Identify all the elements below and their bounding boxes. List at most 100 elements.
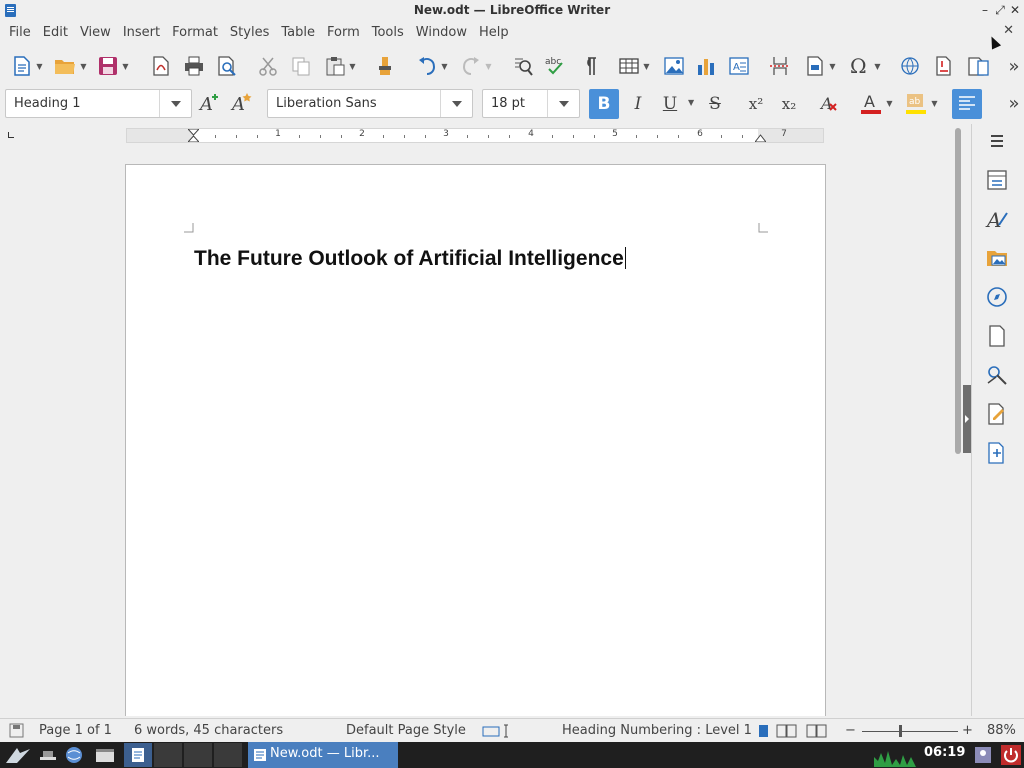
show-desktop-icon[interactable] — [38, 747, 58, 763]
undo-button[interactable]: ▼ — [412, 52, 452, 80]
vertical-scrollbar-thumb[interactable] — [955, 128, 961, 454]
footnote-button[interactable] — [930, 52, 956, 80]
zoom-slider[interactable] — [862, 731, 958, 732]
document-page[interactable]: The Future Outlook of Artificial Intelli… — [125, 164, 826, 716]
export-pdf-button[interactable] — [148, 52, 174, 80]
minimize-button[interactable]: – — [978, 2, 992, 18]
style-inspector-icon[interactable] — [985, 363, 1009, 387]
zoom-slider-knob[interactable] — [899, 725, 902, 737]
menu-insert[interactable]: Insert — [117, 21, 166, 45]
power-icon[interactable] — [1001, 745, 1021, 765]
zoom-percentage[interactable]: 88% — [987, 723, 1016, 738]
page-style[interactable]: Default Page Style — [346, 723, 466, 738]
menu-tools[interactable]: Tools — [366, 21, 410, 45]
font-name-dropdown-icon[interactable] — [440, 90, 472, 117]
insert-textbox-button[interactable]: A — [726, 52, 752, 80]
view-layout-icon[interactable] — [757, 723, 833, 739]
font-color-button[interactable]: A ▼ — [856, 89, 896, 117]
clear-formatting-button[interactable]: A — [815, 89, 843, 117]
italic-button[interactable]: I — [623, 89, 653, 119]
new-style-button[interactable]: A — [228, 89, 256, 117]
insert-field-button[interactable]: ▼ — [800, 52, 840, 80]
page-icon[interactable] — [985, 324, 1009, 348]
vertical-scrollbar[interactable] — [953, 128, 963, 716]
print-preview-button[interactable] — [214, 52, 240, 80]
paragraph-style-combo[interactable]: Heading 1 — [5, 89, 192, 118]
browser-icon[interactable] — [64, 745, 84, 765]
copy-button[interactable] — [288, 52, 314, 80]
gallery-icon[interactable] — [985, 246, 1009, 270]
strikethrough-button[interactable]: S — [700, 89, 730, 119]
taskbar-writer-launcher[interactable] — [124, 743, 152, 767]
insert-image-button[interactable] — [661, 52, 687, 80]
menu-view[interactable]: View — [74, 21, 117, 45]
user-tray-icon[interactable] — [974, 746, 992, 764]
workspace-4[interactable] — [214, 743, 242, 767]
underline-button[interactable]: U — [655, 89, 685, 119]
design-icon[interactable] — [985, 441, 1009, 465]
bold-button[interactable]: B — [589, 89, 619, 119]
underline-dropdown-icon[interactable]: ▼ — [688, 98, 694, 107]
superscript-button[interactable]: x² — [741, 89, 771, 119]
spelling-button[interactable]: abc — [543, 52, 569, 80]
menu-file[interactable]: File — [3, 21, 37, 45]
taskbar-active-window[interactable]: New.odt — Libr... — [248, 742, 398, 768]
subscript-button[interactable]: x₂ — [774, 89, 804, 119]
word-count[interactable]: 6 words, 45 characters — [134, 723, 283, 738]
print-button[interactable] — [181, 52, 207, 80]
update-style-button[interactable]: A — [196, 89, 224, 117]
sidebar-collapse-handle[interactable] — [963, 385, 971, 453]
document-canvas[interactable]: The Future Outlook of Artificial Intelli… — [0, 146, 952, 716]
navigator-icon[interactable] — [985, 285, 1009, 309]
manage-changes-icon[interactable] — [985, 402, 1009, 426]
selection-mode-icon[interactable] — [482, 724, 512, 738]
document-heading[interactable]: The Future Outlook of Artificial Intelli… — [194, 247, 626, 271]
menu-icon[interactable] — [985, 129, 1009, 153]
styles-icon[interactable]: A — [985, 207, 1009, 231]
menu-help[interactable]: Help — [473, 21, 515, 45]
page-count[interactable]: Page 1 of 1 — [39, 723, 112, 738]
font-name-combo[interactable]: Liberation Sans — [267, 89, 473, 118]
menu-styles[interactable]: Styles — [224, 21, 275, 45]
formatting-toolbar-overflow-button[interactable]: » — [1004, 89, 1024, 117]
workspace-3[interactable] — [184, 743, 212, 767]
zoom-out-button[interactable]: − — [845, 723, 856, 738]
save-button[interactable]: ▼ — [93, 52, 133, 80]
start-menu-icon[interactable] — [5, 746, 31, 764]
paste-button[interactable]: ▼ — [320, 52, 360, 80]
menu-window[interactable]: Window — [410, 21, 473, 45]
tab-stop-type-icon[interactable] — [8, 132, 14, 138]
horizontal-ruler[interactable]: 1 2 3 4 5 6 7 — [126, 128, 824, 143]
new-document-button[interactable]: ▼ — [8, 52, 46, 80]
menu-format[interactable]: Format — [166, 21, 224, 45]
file-manager-icon[interactable] — [94, 746, 116, 764]
insert-table-button[interactable]: ▼ — [614, 52, 654, 80]
insert-chart-button[interactable] — [693, 52, 719, 80]
properties-icon[interactable] — [985, 168, 1009, 192]
find-replace-button[interactable] — [510, 52, 536, 80]
menu-form[interactable]: Form — [321, 21, 366, 45]
highlight-color-button[interactable]: ab ▼ — [900, 89, 942, 117]
font-size-dropdown-icon[interactable] — [547, 90, 579, 117]
left-indent-marker-icon[interactable] — [188, 129, 199, 142]
comment-button[interactable] — [963, 52, 993, 80]
menu-edit[interactable]: Edit — [37, 21, 74, 45]
standard-toolbar-overflow-button[interactable]: » — [1004, 52, 1024, 80]
formatting-marks-button[interactable] — [576, 52, 602, 80]
cut-button[interactable] — [255, 52, 281, 80]
maximize-button[interactable]: ⤢ — [993, 2, 1007, 18]
font-size-combo[interactable]: 18 pt — [482, 89, 580, 118]
zoom-in-button[interactable]: + — [962, 723, 973, 738]
redo-button[interactable]: ▼ — [456, 52, 496, 80]
page-break-button[interactable] — [767, 52, 793, 80]
right-indent-marker-icon[interactable] — [755, 129, 766, 142]
taskbar-clock[interactable]: 06:19 — [924, 745, 965, 760]
open-button[interactable]: ▼ — [50, 52, 90, 80]
paragraph-style-dropdown-icon[interactable] — [159, 90, 191, 117]
workspace-2[interactable] — [154, 743, 182, 767]
close-window-button[interactable]: ✕ — [1008, 2, 1022, 18]
hyperlink-button[interactable] — [897, 52, 923, 80]
document-modified-icon[interactable] — [9, 723, 24, 738]
clone-formatting-button[interactable] — [372, 52, 398, 80]
special-character-button[interactable]: Ω ▼ — [845, 52, 885, 80]
